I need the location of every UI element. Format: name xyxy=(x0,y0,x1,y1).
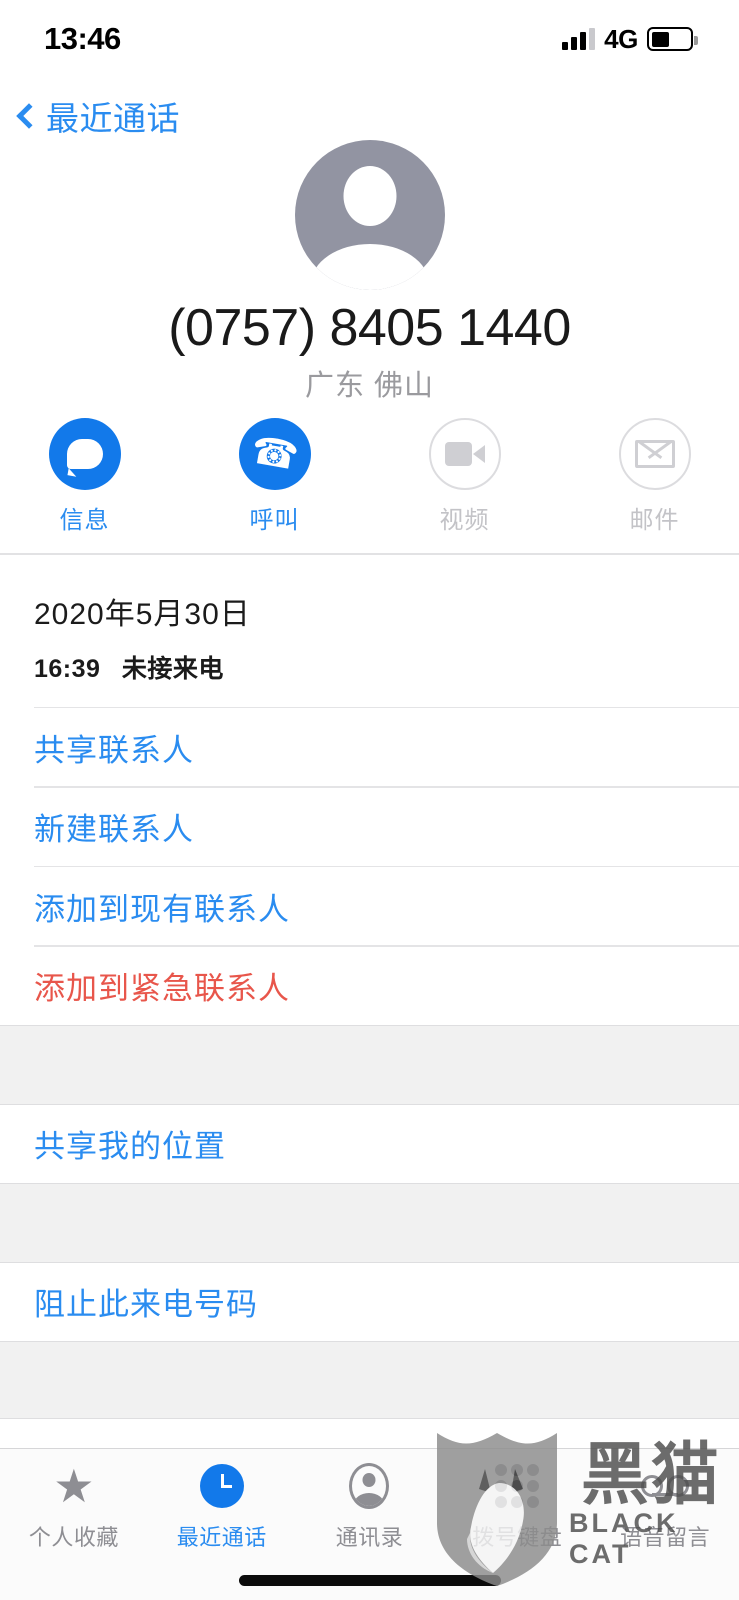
tab-contacts-label: 通讯录 xyxy=(335,1525,404,1550)
envelope-icon xyxy=(618,418,691,490)
menu-item-block-caller[interactable]: 阻止此来电号码 xyxy=(0,1262,739,1341)
menu-item-label: 共享我的位置 xyxy=(34,1129,226,1164)
voicemail-icon xyxy=(641,1463,690,1509)
action-video: 视频 xyxy=(400,418,530,535)
contact-phone-number: (0757) 8405 1440 xyxy=(168,299,571,357)
tab-keypad-label: 拨号键盘 xyxy=(472,1525,563,1550)
signal-bars-icon xyxy=(562,28,596,50)
action-mail-label: 邮件 xyxy=(629,507,680,534)
menu-item-add-to-emergency-contact[interactable]: 添加到紧急联系人 xyxy=(0,946,739,1025)
chevron-left-icon xyxy=(16,103,42,129)
avatar-container xyxy=(0,140,739,290)
contact-location: 广东 佛山 xyxy=(304,370,435,402)
network-type-label: 4G xyxy=(604,23,638,54)
menu-item-label: 添加到现有联系人 xyxy=(34,891,290,927)
phone-screen: 13:46 4G 最近通话 (0757) 8405 1440 广东 佛山 信息 … xyxy=(0,0,739,1600)
menu-item-label: 阻止此来电号码 xyxy=(34,1287,258,1322)
clock-icon xyxy=(199,1463,244,1509)
battery-icon xyxy=(647,27,698,51)
action-video-label: 视频 xyxy=(439,507,490,534)
action-call-label: 呼叫 xyxy=(249,507,300,534)
menu-item-share-contact[interactable]: 共享联系人 xyxy=(0,708,739,786)
phone-handset-icon: ☎ xyxy=(238,418,311,490)
section-gap-bottom xyxy=(0,1340,739,1419)
call-time: 16:39 xyxy=(34,654,101,683)
call-entry: 16:39 未接来电 xyxy=(34,649,739,685)
action-message-label: 信息 xyxy=(59,507,110,534)
detail-list: 2020年5月30日 16:39 未接来电 共享联系人 新建联系人 添加到现有联… xyxy=(0,553,739,1419)
call-history-block: 2020年5月30日 16:39 未接来电 xyxy=(0,554,739,707)
action-message[interactable]: 信息 xyxy=(20,418,150,535)
call-type: 未接来电 xyxy=(121,654,224,683)
menu-item-create-contact[interactable]: 新建联系人 xyxy=(0,787,739,866)
call-date: 2020年5月30日 xyxy=(34,597,251,631)
section-gap xyxy=(0,1182,739,1263)
tab-favorites[interactable]: ★ 个人收藏 xyxy=(0,1463,148,1600)
menu-item-label: 新建联系人 xyxy=(34,812,194,847)
menu-item-label: 共享联系人 xyxy=(34,732,194,768)
menu-item-label: 添加到紧急联系人 xyxy=(34,971,290,1006)
star-icon: ★ xyxy=(53,1460,95,1512)
section-gap xyxy=(0,1024,739,1105)
tab-favorites-label: 个人收藏 xyxy=(28,1525,119,1550)
tab-voicemail-label: 语音留言 xyxy=(620,1525,711,1550)
back-button[interactable]: 最近通话 xyxy=(16,92,180,140)
tab-recents-label: 最近通话 xyxy=(176,1525,267,1550)
video-camera-icon xyxy=(428,418,501,490)
status-indicators: 4G xyxy=(562,23,698,55)
home-indicator xyxy=(238,1575,501,1586)
message-bubble-icon xyxy=(48,418,121,490)
contact-action-row: 信息 ☎ 呼叫 视频 邮件 xyxy=(0,418,739,535)
tab-voicemail[interactable]: 语音留言 xyxy=(591,1463,739,1600)
menu-item-share-my-location[interactable]: 共享我的位置 xyxy=(0,1104,739,1183)
contacts-person-icon xyxy=(349,1463,390,1509)
status-time: 13:46 xyxy=(44,21,121,56)
back-button-label: 最近通话 xyxy=(46,100,180,137)
status-bar: 13:46 4G xyxy=(0,0,739,78)
action-mail: 邮件 xyxy=(590,418,720,535)
person-placeholder-icon xyxy=(294,140,445,290)
navigation-bar: 最近通话 xyxy=(0,88,739,144)
keypad-icon xyxy=(495,1463,540,1509)
menu-item-add-to-existing-contact[interactable]: 添加到现有联系人 xyxy=(0,867,739,945)
action-call[interactable]: ☎ 呼叫 xyxy=(210,418,340,535)
